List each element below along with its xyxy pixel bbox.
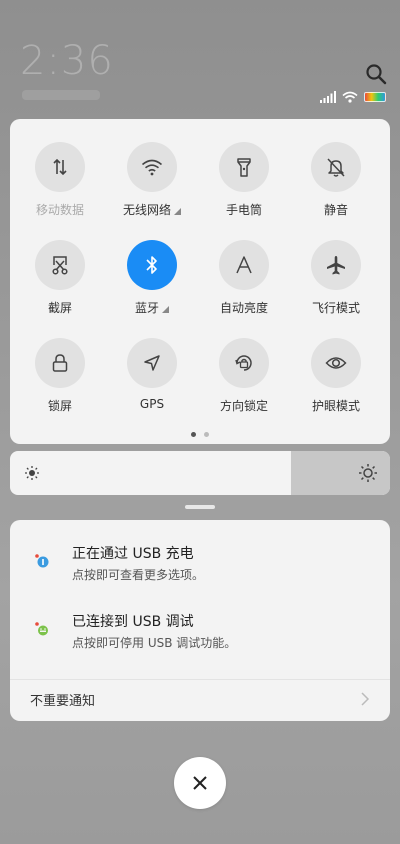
battery-icon [364,92,386,102]
tile-gps[interactable]: GPS [107,338,197,411]
android-debug-icon [35,622,48,636]
tile-wifi[interactable]: 无线网络 [107,142,197,218]
status-icons [320,90,386,104]
tile-label: GPS [139,397,165,411]
search-icon[interactable] [364,62,388,86]
tile-airplane[interactable]: 飞行模式 [291,240,381,316]
mobile-data-icon [35,142,85,192]
tile-label: 移动数据 [35,203,84,217]
tile-label: 方向锁定 [219,399,268,413]
screenshot-icon [35,240,85,290]
expand-arrow-icon [174,207,181,215]
airplane-icon [311,240,361,290]
lock-icon [35,338,85,388]
tile-label: 护眼模式 [311,399,360,413]
chevron-right-icon[interactable] [358,690,372,708]
tile-mute[interactable]: 静音 [291,142,381,218]
page-dot [204,432,209,437]
tile-bluetooth[interactable]: 蓝牙 [107,240,197,316]
divider [10,679,390,680]
notification-usb-debugging[interactable]: 已连接到 USB 调试 点按即可停用 USB 调试功能。 [10,605,390,655]
notification-title: 正在通过 USB 充电 [72,546,194,562]
notification-panel: 正在通过 USB 充电 点按即可查看更多选项。 已连接到 USB 调试 点按即可… [10,520,390,721]
tile-label: 手电筒 [225,203,262,217]
clock: 2:36 [20,38,114,84]
cell-signal-icon [320,91,336,103]
mute-bell-icon [311,142,361,192]
notification-text: 点按即可停用 USB 调试功能。 [72,636,237,650]
page-indicator [10,432,390,437]
date-placeholder [22,90,100,100]
tile-label: 静音 [323,203,348,217]
wifi-icon [127,142,177,192]
unimportant-notifications-link[interactable]: 不重要通知 [30,690,95,709]
status-area: 2:36 [0,0,400,118]
tile-label: 飞行模式 [311,301,360,315]
close-icon [193,776,207,790]
notification-text: 点按即可查看更多选项。 [72,568,205,582]
auto-brightness-icon [219,240,269,290]
expand-arrow-icon [162,305,169,313]
gps-icon [127,338,177,388]
notification-title: 已连接到 USB 调试 [72,614,194,630]
brightness-low-icon [25,466,39,480]
tile-screenshot[interactable]: 截屏 [15,240,105,316]
tile-lock-screen[interactable]: 锁屏 [15,338,105,414]
close-button[interactable] [174,757,226,809]
quick-settings-panel: 移动数据 无线网络 手电筒 静音 截屏 蓝牙 自动亮度 飞行模式 锁屏 GPS … [10,119,390,444]
tile-auto-brightness[interactable]: 自动亮度 [199,240,289,316]
usb-charging-icon [35,554,49,568]
tile-label: 自动亮度 [219,301,268,315]
tile-label: 截屏 [47,301,72,315]
page-dot-active [191,432,196,437]
tile-label: 锁屏 [47,399,72,413]
drag-handle[interactable] [185,505,215,509]
tile-label: 无线网络 [107,201,197,218]
notification-usb-charging[interactable]: 正在通过 USB 充电 点按即可查看更多选项。 [10,537,390,587]
tile-rotation-lock[interactable]: 方向锁定 [199,338,289,414]
tile-mobile-data[interactable]: 移动数据 [15,142,105,218]
flashlight-icon [219,142,269,192]
wifi-icon [342,91,358,103]
rotation-lock-icon [219,338,269,388]
tile-flashlight[interactable]: 手电筒 [199,142,289,218]
tile-eye-care[interactable]: 护眼模式 [291,338,381,414]
bluetooth-icon [127,240,177,290]
tile-label: 蓝牙 [107,299,197,316]
eye-icon [311,338,361,388]
brightness-slider[interactable] [10,451,390,495]
brightness-high-icon [359,464,377,482]
